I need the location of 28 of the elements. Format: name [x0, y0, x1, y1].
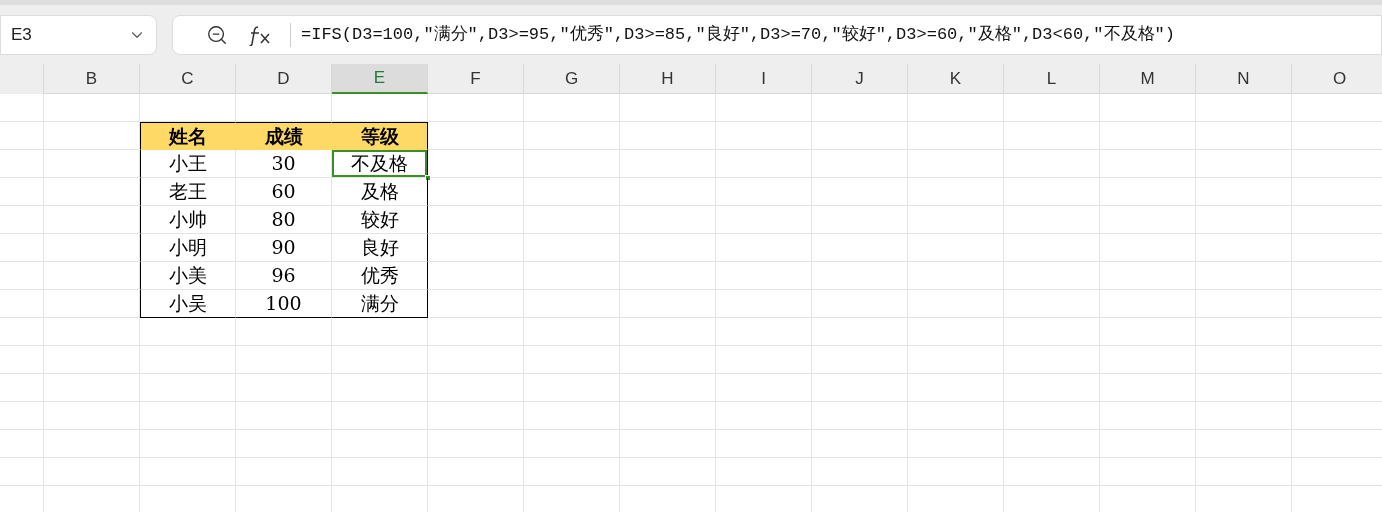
name-box[interactable]: E3	[0, 14, 157, 55]
table-cell-text: 60	[270, 179, 297, 205]
function-icon[interactable]	[248, 23, 272, 46]
column-header: 等级	[332, 122, 428, 150]
table-cell-text: 小美	[168, 263, 208, 289]
zoom-out-icon[interactable]	[206, 23, 228, 46]
table-cell-text: 100	[264, 291, 303, 317]
table-cell: 不及格	[332, 150, 427, 177]
table-cell-text: 满分	[359, 291, 400, 317]
table-cell-text: 90	[270, 235, 297, 261]
column-header[interactable]: E	[332, 64, 428, 94]
cell-reference: E3	[11, 23, 32, 46]
table-cell-text: 小吴	[168, 291, 208, 317]
column-header: 姓名	[140, 122, 236, 150]
table-cell-text: 小帅	[168, 207, 208, 233]
column-header: 成绩	[236, 122, 332, 150]
table-cell-text: 80	[270, 207, 297, 233]
table-cell-text: 及格	[359, 179, 400, 205]
table-cell-text: 小明	[168, 235, 208, 261]
fill-handle[interactable]	[425, 175, 431, 181]
table-cell-text: 30	[270, 151, 297, 177]
table-cell-text: 较好	[359, 207, 400, 233]
table-cell-text: 良好	[359, 235, 400, 261]
table-cell-text: 96	[270, 263, 297, 289]
table-cell-text: 老王	[168, 179, 208, 205]
table-cell-text: 优秀	[359, 263, 400, 289]
formula-text[interactable]: =IFS(D3=100,"满分",D3>=95,"优秀",D3>=85,"良好",D3>=70,"较好",D3>=60,"及格",D3<60,"不及格")	[301, 21, 1175, 48]
table-cell-text: 小王	[168, 151, 208, 177]
